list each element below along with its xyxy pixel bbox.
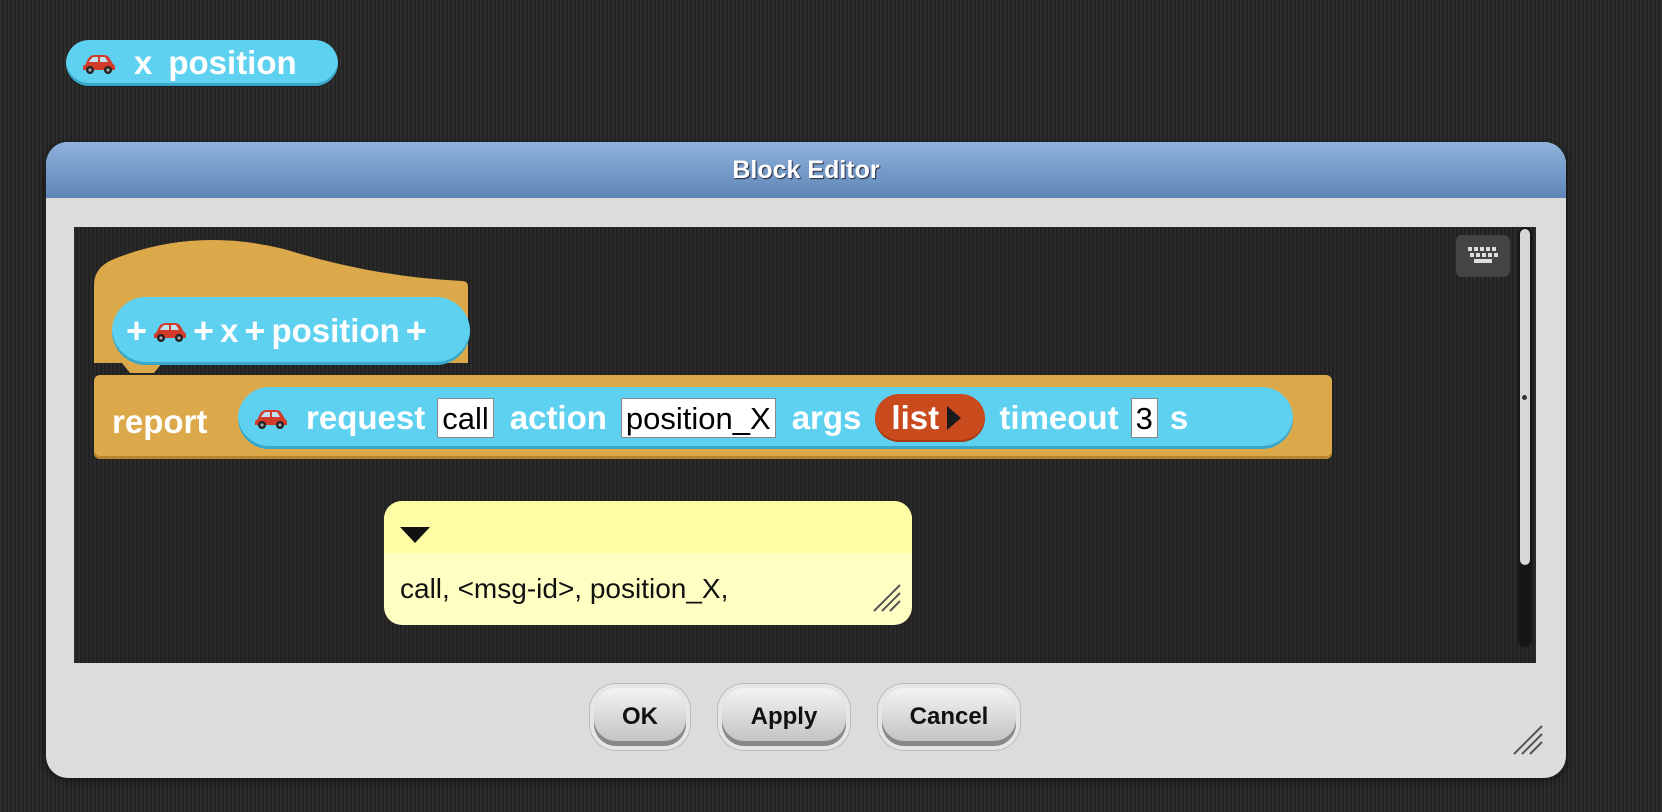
x-position-reporter-block[interactable]: x position <box>66 40 338 86</box>
list-label: list <box>891 399 940 436</box>
apply-button-label: Apply <box>750 703 818 730</box>
comment-text[interactable]: call, <msg-id>, position_X, <box>400 573 728 605</box>
timeout-input[interactable]: 3 <box>1130 398 1158 438</box>
action-label: action <box>509 399 607 436</box>
dialog-resize-handle-icon[interactable] <box>1512 724 1544 756</box>
cancel-button[interactable]: Cancel <box>882 688 1016 746</box>
list-block[interactable]: list <box>875 394 986 442</box>
comment-note[interactable]: call, <msg-id>, position_X, <box>384 501 912 625</box>
keyboard-icon <box>1468 247 1498 263</box>
dialog-titlebar[interactable]: Block Editor <box>46 142 1566 198</box>
resize-handle-icon[interactable] <box>872 583 902 613</box>
cancel-button-label: Cancel <box>909 703 989 730</box>
request-label: request <box>306 399 426 436</box>
ok-button[interactable]: OK <box>594 688 686 746</box>
add-input-plus[interactable]: + <box>244 310 265 352</box>
action-input[interactable]: position_X <box>620 398 776 438</box>
add-input-plus[interactable]: + <box>126 310 147 352</box>
collapse-triangle-icon[interactable] <box>400 527 430 543</box>
add-input-plus[interactable]: + <box>406 310 427 352</box>
seconds-unit-label: s <box>1169 399 1189 436</box>
request-block[interactable]: request call action position_X args list… <box>238 387 1293 449</box>
prototype-word-x[interactable]: x <box>220 312 238 350</box>
block-script-area[interactable]: + + x + position + report request call a… <box>74 227 1536 663</box>
car-icon <box>153 319 187 343</box>
block-word-x: x <box>134 44 153 81</box>
scrollbar-grip <box>1522 395 1527 400</box>
block-prototype[interactable]: + + x + position + <box>112 297 470 365</box>
dialog-title: Block Editor <box>732 155 880 184</box>
timeout-label: timeout <box>999 399 1119 436</box>
car-icon <box>254 406 288 430</box>
ok-button-label: OK <box>622 703 658 730</box>
block-word-position: position <box>168 44 297 81</box>
block-editor-dialog: Block Editor + + x + position + report r… <box>46 142 1566 778</box>
apply-button[interactable]: Apply <box>722 688 846 746</box>
car-icon <box>82 51 116 75</box>
args-label: args <box>791 399 862 436</box>
expand-arrow-icon[interactable] <box>947 406 962 430</box>
comment-header[interactable] <box>384 501 912 553</box>
request-type-input[interactable]: call <box>437 398 494 438</box>
report-label: report <box>112 403 208 440</box>
prototype-word-position[interactable]: position <box>271 312 399 350</box>
add-input-plus[interactable]: + <box>193 310 214 352</box>
keyboard-entry-button[interactable] <box>1456 235 1510 277</box>
